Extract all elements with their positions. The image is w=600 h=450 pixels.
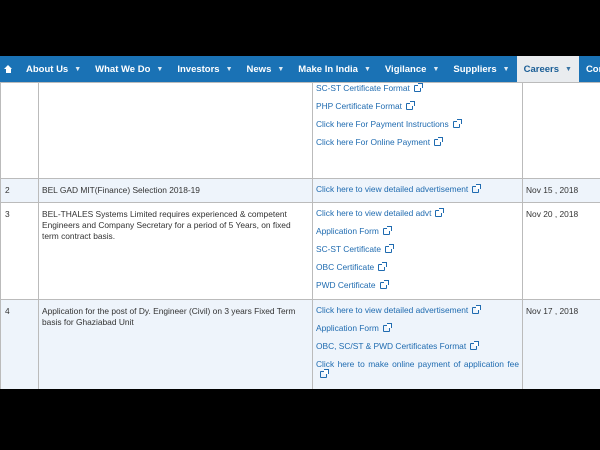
nav-label: News — [246, 63, 272, 75]
date-cell: Nov 17 , 2018 — [522, 299, 600, 389]
title-cell: Application for the post of Dy. Engineer… — [38, 299, 313, 389]
nav-label: Vigilance — [384, 63, 427, 75]
link-text: Application Form — [316, 226, 379, 236]
nav-careers[interactable]: Careers ▼ — [516, 56, 579, 82]
nav-make-in-india[interactable]: Make In India ▼ — [291, 56, 378, 82]
external-link-icon — [382, 323, 392, 332]
sc-st-certificate-link[interactable]: SC-ST Certificate Format — [316, 83, 519, 93]
external-link-icon — [378, 262, 388, 271]
table-row: 2 BEL GAD MIT(Finance) Selection 2018-19… — [0, 178, 600, 203]
nav-label: Contact Us — [585, 63, 600, 75]
external-link-icon — [413, 83, 423, 92]
external-link-icon — [379, 280, 389, 289]
main-navbar: About Us ▼ What We Do ▼ Investors ▼ News ▼ M… — [0, 56, 600, 82]
nav-vigilance[interactable]: Vigilance ▼ — [378, 56, 446, 82]
link-text: Click here For Payment Instructions — [316, 119, 449, 129]
chevron-down-icon: ▼ — [277, 65, 285, 73]
detailed-advertisement-link[interactable]: Click here to view detailed advertisemen… — [316, 305, 519, 315]
date-cell: Nov 15 , 2018 — [522, 178, 600, 203]
nav-label: Investors — [177, 63, 220, 75]
chevron-down-icon: ▼ — [156, 65, 164, 73]
external-link-icon — [385, 244, 395, 253]
serial-cell: 3 — [0, 202, 39, 300]
nav-about-us[interactable]: About Us ▼ — [19, 56, 88, 82]
payment-instructions-link[interactable]: Click here For Payment Instructions — [316, 119, 519, 129]
careers-table: SC-ST Certificate Format PHP Certificate… — [0, 82, 600, 389]
nav-suppliers[interactable]: Suppliers ▼ — [446, 56, 516, 82]
online-payment-link[interactable]: Click here to make online payment of app… — [316, 359, 519, 379]
chevron-down-icon: ▼ — [74, 65, 82, 73]
detailed-advertisement-link[interactable]: Click here to view detailed advertisemen… — [316, 184, 519, 194]
links-cell: Click here to view detailed advertisemen… — [312, 299, 523, 389]
external-link-icon — [320, 369, 329, 378]
nav-label: Suppliers — [453, 63, 497, 75]
chevron-down-icon: ▼ — [565, 65, 572, 73]
link-text: Application Form — [316, 323, 379, 333]
php-certificate-link[interactable]: PHP Certificate Format — [316, 101, 519, 111]
title-cell — [38, 82, 313, 179]
link-text: PWD Certificate — [316, 280, 376, 290]
link-text: OBC Certificate — [316, 262, 375, 272]
link-text: Click here to view detailed advertisemen… — [316, 184, 469, 194]
external-link-icon — [452, 119, 462, 128]
link-text: Click here to view detailed advt — [316, 208, 432, 218]
nav-investors[interactable]: Investors ▼ — [170, 56, 239, 82]
application-form-link[interactable]: Application Form — [316, 323, 519, 333]
chevron-down-icon: ▼ — [432, 65, 440, 73]
links-cell: Click here to view detailed advt Applica… — [312, 202, 523, 300]
sc-st-certificate-link[interactable]: SC-ST Certificate — [316, 244, 519, 254]
chevron-down-icon: ▼ — [225, 65, 233, 73]
pwd-certificate-link[interactable]: PWD Certificate — [316, 280, 519, 290]
title-cell: BEL-THALES Systems Limited requires expe… — [38, 202, 313, 300]
nav-label: About Us — [26, 63, 69, 75]
table-row: 4 Application for the post of Dy. Engine… — [0, 299, 600, 389]
application-form-link[interactable]: Application Form — [316, 226, 519, 236]
chevron-down-icon: ▼ — [363, 65, 371, 73]
link-text: OBC, SC/ST & PWD Certificates Format — [316, 341, 467, 351]
table-row: SC-ST Certificate Format PHP Certificate… — [0, 82, 600, 179]
date-cell — [522, 82, 600, 179]
external-link-icon — [434, 137, 444, 146]
table-row: 3 BEL-THALES Systems Limited requires ex… — [0, 202, 600, 300]
external-link-icon — [435, 208, 445, 217]
serial-cell: 2 — [0, 178, 39, 203]
link-text: SC-ST Certificate — [316, 244, 382, 254]
link-text: Click here to view detailed advertisemen… — [316, 305, 469, 315]
serial-cell — [0, 82, 39, 179]
chevron-down-icon: ▼ — [502, 65, 510, 73]
external-link-icon — [472, 305, 482, 314]
link-text: Click here For Online Payment — [316, 137, 431, 147]
nav-contact-us[interactable]: Contact Us — [579, 56, 600, 82]
links-cell: Click here to view detailed advertisemen… — [312, 178, 523, 203]
certificates-format-link[interactable]: OBC, SC/ST & PWD Certificates Format — [316, 341, 519, 351]
external-link-icon — [470, 341, 480, 350]
nav-label: Careers — [523, 63, 559, 75]
online-payment-link[interactable]: Click here For Online Payment — [316, 137, 519, 147]
external-link-icon — [405, 101, 415, 110]
careers-table-container: SC-ST Certificate Format PHP Certificate… — [0, 82, 600, 389]
date-cell: Nov 20 , 2018 — [522, 202, 600, 300]
links-cell: SC-ST Certificate Format PHP Certificate… — [312, 82, 523, 179]
title-cell: BEL GAD MIT(Finance) Selection 2018-19 — [38, 178, 313, 203]
external-link-icon — [472, 184, 482, 193]
home-icon — [4, 64, 13, 74]
external-link-icon — [382, 226, 392, 235]
nav-label: Make In India — [298, 63, 358, 75]
nav-what-we-do[interactable]: What We Do ▼ — [88, 56, 170, 82]
obc-certificate-link[interactable]: OBC Certificate — [316, 262, 519, 272]
browser-viewport: About Us ▼ What We Do ▼ Investors ▼ News ▼ M… — [0, 56, 600, 389]
serial-cell: 4 — [0, 299, 39, 389]
link-text: SC-ST Certificate Format — [316, 83, 410, 93]
link-text: PHP Certificate Format — [316, 101, 402, 111]
nav-home[interactable] — [0, 56, 19, 82]
nav-news[interactable]: News ▼ — [240, 56, 292, 82]
nav-label: What We Do — [95, 63, 151, 75]
detailed-advt-link[interactable]: Click here to view detailed advt — [316, 208, 519, 218]
link-text: Click here to make online payment of app… — [316, 359, 519, 369]
